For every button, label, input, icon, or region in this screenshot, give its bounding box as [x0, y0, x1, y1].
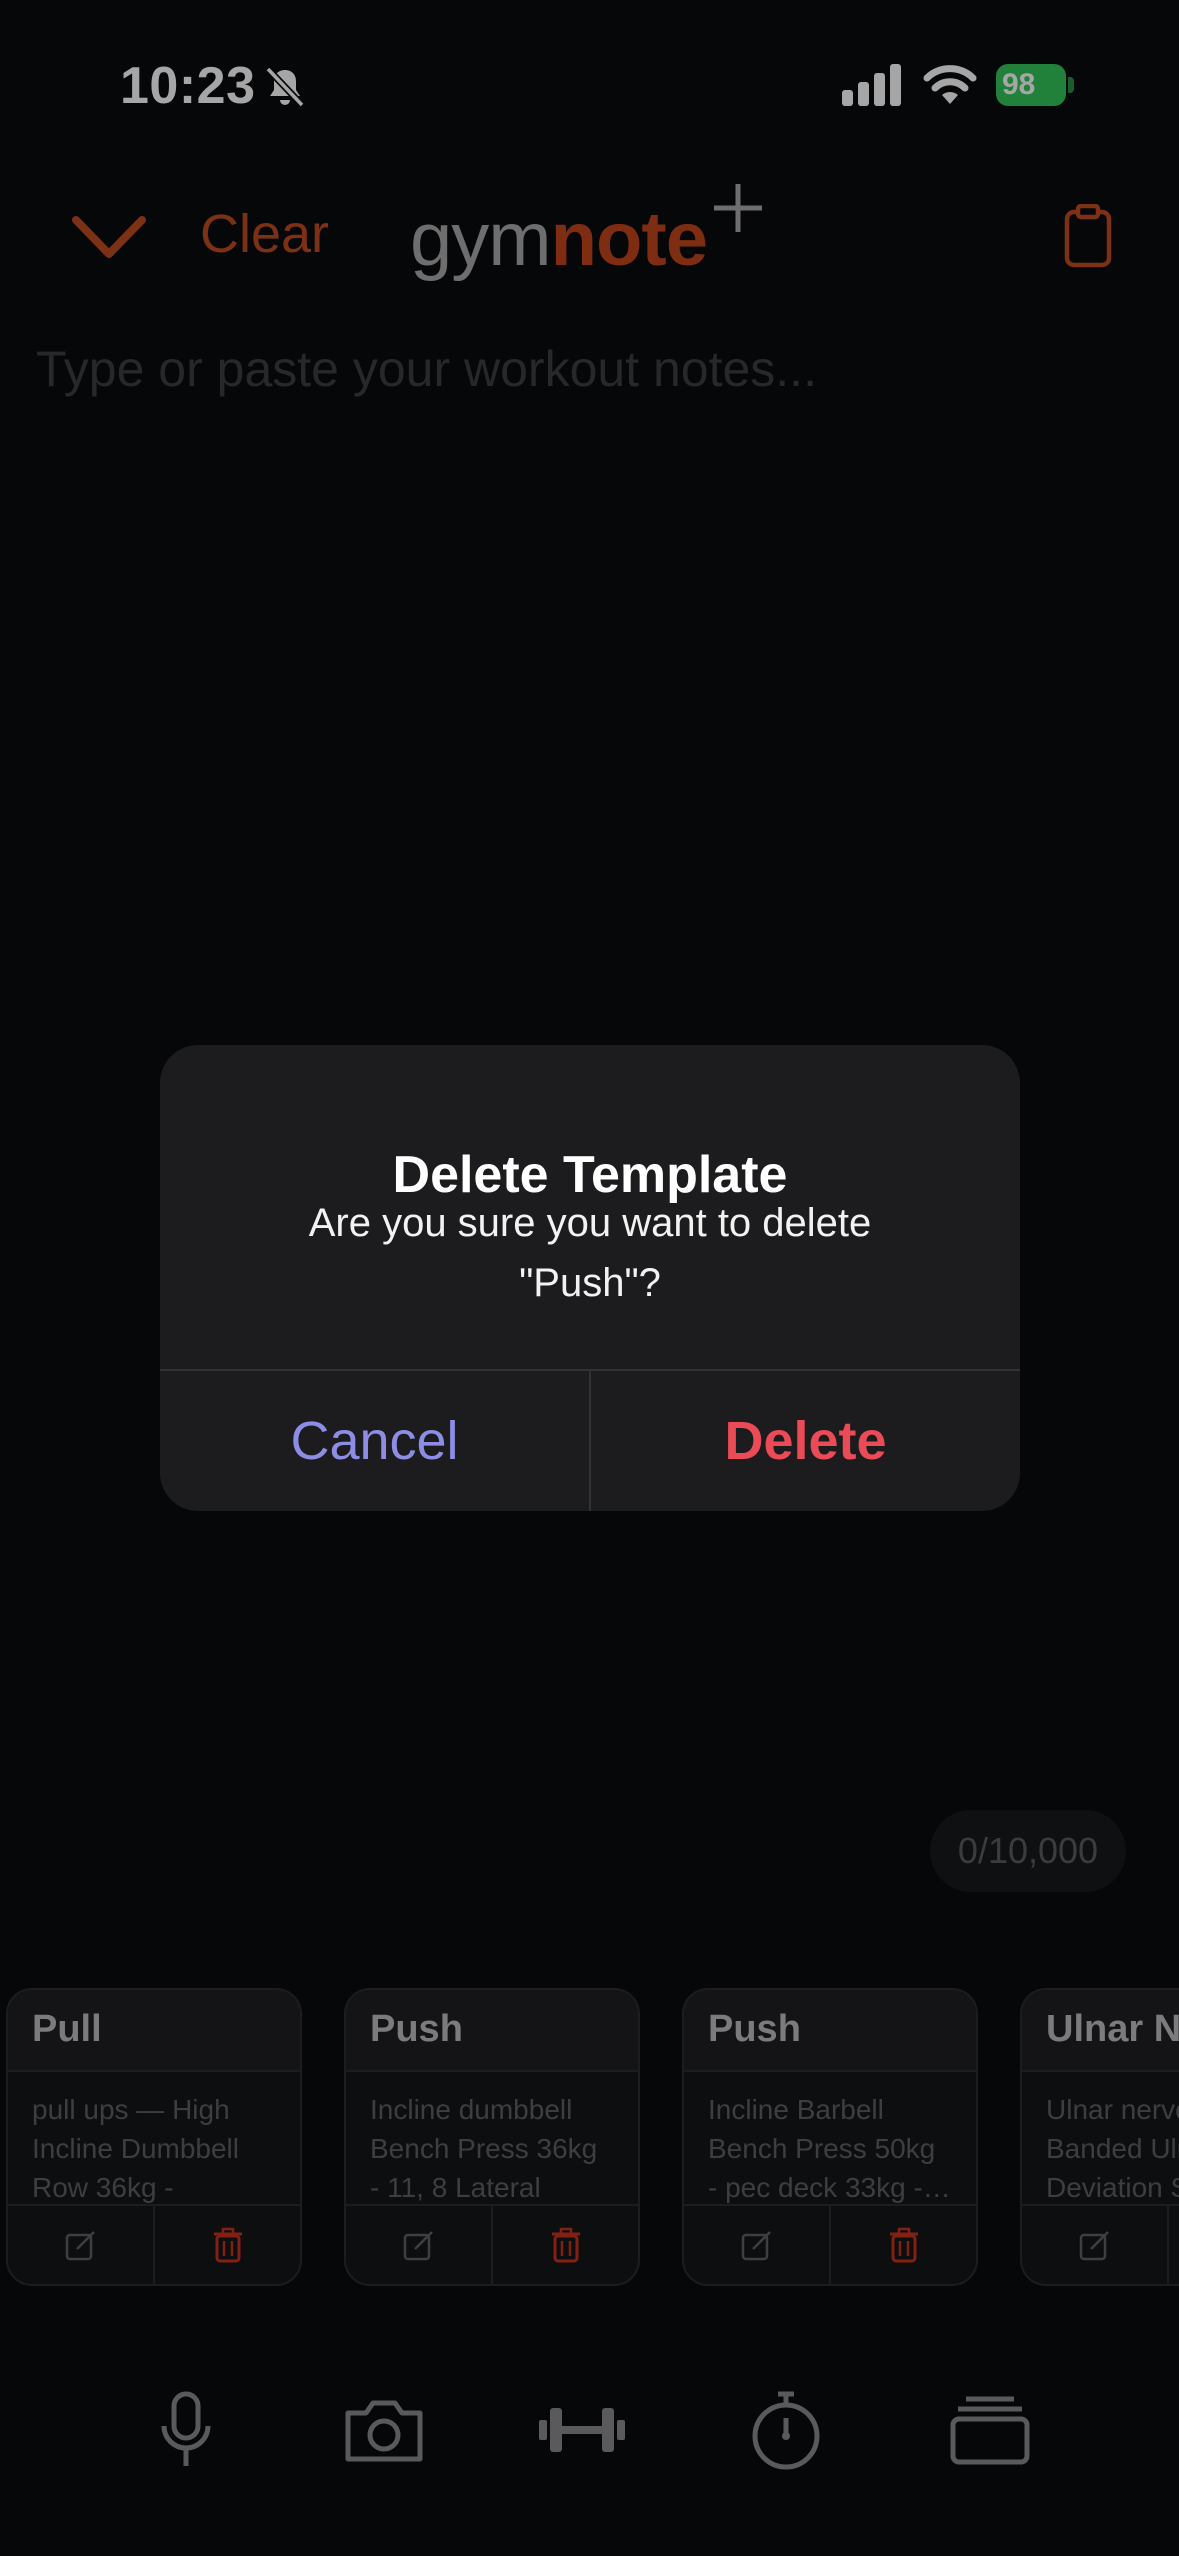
app-screen: 10:23 98 Clear gymnote Type or paste you… [0, 0, 1179, 2556]
confirm-delete-button[interactable]: Delete [591, 1371, 1020, 1511]
dialog-message: Are you sure you want to delete "Push"? [308, 1201, 872, 1305]
cancel-button[interactable]: Cancel [160, 1371, 591, 1511]
dialog-actions: Cancel Delete [160, 1369, 1020, 1511]
delete-template-dialog: Delete Template Are you sure you want to… [160, 1045, 1020, 1511]
